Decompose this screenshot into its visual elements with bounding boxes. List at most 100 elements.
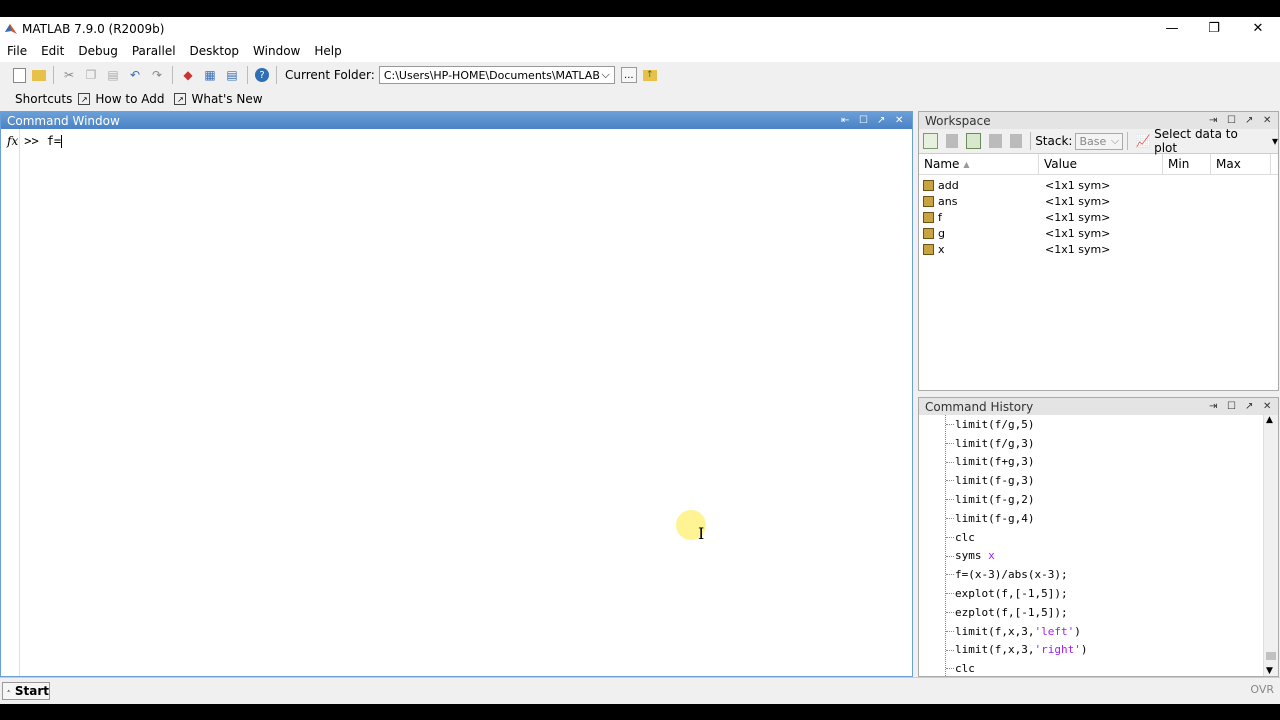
import-data-icon[interactable] xyxy=(966,133,981,149)
history-item[interactable]: limit(f/g,5) xyxy=(919,415,1264,434)
table-row[interactable]: x <1x1 sym> xyxy=(919,241,1278,257)
delete-variable-icon[interactable] xyxy=(1009,134,1023,148)
maximize-panel-icon[interactable]: ☐ xyxy=(859,112,868,129)
history-item[interactable]: clc xyxy=(919,659,1264,676)
history-item[interactable]: limit(f,x,3,'right') xyxy=(919,641,1264,660)
chevron-down-icon[interactable]: ⌵ xyxy=(601,68,609,82)
menu-edit[interactable]: Edit xyxy=(34,44,71,58)
command-history-list[interactable]: limit(f/g,5) limit(f/g,3) limit(f+g,3) limi… xyxy=(919,415,1264,676)
history-item[interactable]: syms x xyxy=(919,547,1264,566)
menu-help[interactable]: Help xyxy=(307,44,348,58)
start-button[interactable]: Start xyxy=(2,682,50,700)
restore-button[interactable]: ❐ xyxy=(1192,17,1236,40)
menu-file[interactable]: File xyxy=(0,44,34,58)
ovr-indicator: OVR xyxy=(1250,683,1274,696)
simulink-icon[interactable]: ◆ xyxy=(180,67,196,83)
close-button[interactable]: ✕ xyxy=(1236,17,1280,40)
workspace-toolbar: Stack: Base ⌵ 📈 Select data to plot ▾ xyxy=(919,127,1278,155)
command-window-body[interactable]: fx >> f= xyxy=(1,129,912,676)
profiler-icon[interactable]: ▤ xyxy=(224,67,240,83)
column-value[interactable]: Value xyxy=(1039,154,1163,174)
how-to-add-link[interactable]: ↗ How to Add xyxy=(78,92,164,106)
plot-icon[interactable]: 📈 xyxy=(1136,134,1151,148)
open-folder-icon[interactable] xyxy=(32,69,46,81)
current-folder-input[interactable]: C:\Users\HP-HOME\Documents\MATLAB ⌵ xyxy=(378,66,615,84)
save-workspace-icon[interactable] xyxy=(988,134,1002,148)
workspace-titlebar: Workspace ⇥ ☐ ↗ ✕ xyxy=(919,112,1278,129)
history-item[interactable]: limit(f-g,4) xyxy=(919,509,1264,528)
maximize-panel-icon[interactable]: ☐ xyxy=(1227,398,1236,415)
table-row[interactable]: f <1x1 sym> xyxy=(919,209,1278,225)
browse-folder-button[interactable]: ... xyxy=(620,67,637,83)
history-item[interactable]: limit(f-g,2) xyxy=(919,490,1264,509)
matlab-app: MATLAB 7.9.0 (R2009b) — ❐ ✕ File Edit De… xyxy=(0,17,1280,704)
history-item[interactable]: limit(f/g,3) xyxy=(919,434,1264,453)
current-folder-label: Current Folder: xyxy=(285,68,375,82)
workspace-title: Workspace xyxy=(925,113,991,128)
history-item[interactable]: limit(f,x,3,'left') xyxy=(919,622,1264,641)
workspace-table-header: Name ▲ Value Min Max xyxy=(919,154,1278,175)
undock-icon[interactable]: ↗ xyxy=(1245,398,1253,415)
history-item[interactable]: f=(x-3)/abs(x-3); xyxy=(919,565,1264,584)
whats-new-link[interactable]: ↗ What's New xyxy=(174,92,263,106)
history-item[interactable]: ezplot(f,[-1,5]); xyxy=(919,603,1264,622)
column-max[interactable]: Max xyxy=(1211,154,1271,174)
toolbar-divider xyxy=(247,66,248,84)
command-input[interactable]: f= xyxy=(47,134,61,148)
table-row[interactable]: ans <1x1 sym> xyxy=(919,193,1278,209)
copy-icon[interactable]: ❐ xyxy=(83,67,99,83)
history-scrollbar[interactable]: ▲ ▼ xyxy=(1263,415,1278,676)
new-variable-icon[interactable] xyxy=(923,133,938,149)
undock-icon[interactable]: ↗ xyxy=(1245,112,1253,129)
guide-icon[interactable]: ▦ xyxy=(202,67,218,83)
workspace-rows: add <1x1 sym> ans <1x1 sym> f <1x1 sym> g <1… xyxy=(919,175,1278,257)
menu-debug[interactable]: Debug xyxy=(71,44,124,58)
menu-desktop[interactable]: Desktop xyxy=(183,44,247,58)
scroll-up-icon[interactable]: ▲ xyxy=(1266,415,1273,425)
folder-up-icon[interactable]: ↑ xyxy=(642,69,657,81)
history-item[interactable]: limit(f+g,3) xyxy=(919,453,1264,472)
fx-icon[interactable]: fx xyxy=(7,134,18,148)
table-row[interactable]: add <1x1 sym> xyxy=(919,177,1278,193)
history-item[interactable]: explot(f,[-1,5]); xyxy=(919,584,1264,603)
stack-select[interactable]: Base ⌵ xyxy=(1075,132,1124,150)
text-caret xyxy=(61,134,63,148)
history-item[interactable]: clc xyxy=(919,528,1264,547)
new-file-icon[interactable] xyxy=(13,67,26,83)
select-plot-label[interactable]: Select data to plot xyxy=(1154,127,1254,155)
toolbar-divider xyxy=(1030,132,1032,150)
table-row[interactable]: g <1x1 sym> xyxy=(919,225,1278,241)
menu-window[interactable]: Window xyxy=(246,44,307,58)
minimize-button[interactable]: — xyxy=(1150,17,1194,40)
shortcuts-label[interactable]: Shortcuts xyxy=(15,92,72,106)
toolbar-divider xyxy=(172,66,173,84)
status-bar: Start OVR xyxy=(0,677,1280,704)
dock-icon[interactable]: ⇥ xyxy=(1209,398,1217,415)
stack-label: Stack: xyxy=(1035,134,1073,148)
command-gutter xyxy=(1,129,20,676)
dock-icon[interactable]: ⇤ xyxy=(841,112,849,129)
column-min[interactable]: Min xyxy=(1163,154,1211,174)
cut-icon[interactable]: ✂ xyxy=(61,67,77,83)
help-icon[interactable]: ? xyxy=(255,68,269,82)
history-item[interactable]: limit(f-g,3) xyxy=(919,471,1264,490)
close-panel-icon[interactable]: ✕ xyxy=(1263,398,1271,415)
open-variable-icon[interactable] xyxy=(945,134,959,148)
menu-parallel[interactable]: Parallel xyxy=(125,44,183,58)
redo-icon[interactable]: ↷ xyxy=(149,67,165,83)
chevron-down-icon[interactable]: ▾ xyxy=(1272,134,1278,148)
maximize-panel-icon[interactable]: ☐ xyxy=(1227,112,1236,129)
undo-icon[interactable]: ↶ xyxy=(127,67,143,83)
matlab-logo-icon xyxy=(5,23,17,34)
link-arrow-icon: ↗ xyxy=(78,93,91,105)
close-panel-icon[interactable]: ✕ xyxy=(895,112,903,129)
sym-variable-icon xyxy=(923,211,934,223)
command-prompt-line[interactable]: fx >> f= xyxy=(7,134,63,148)
column-name[interactable]: Name ▲ xyxy=(919,154,1039,174)
scrollbar-thumb[interactable] xyxy=(1266,652,1276,660)
scroll-down-icon[interactable]: ▼ xyxy=(1266,666,1273,676)
dock-icon[interactable]: ⇥ xyxy=(1209,112,1217,129)
close-panel-icon[interactable]: ✕ xyxy=(1263,112,1271,129)
undock-icon[interactable]: ↗ xyxy=(877,112,885,129)
paste-icon[interactable]: ▤ xyxy=(105,67,121,83)
